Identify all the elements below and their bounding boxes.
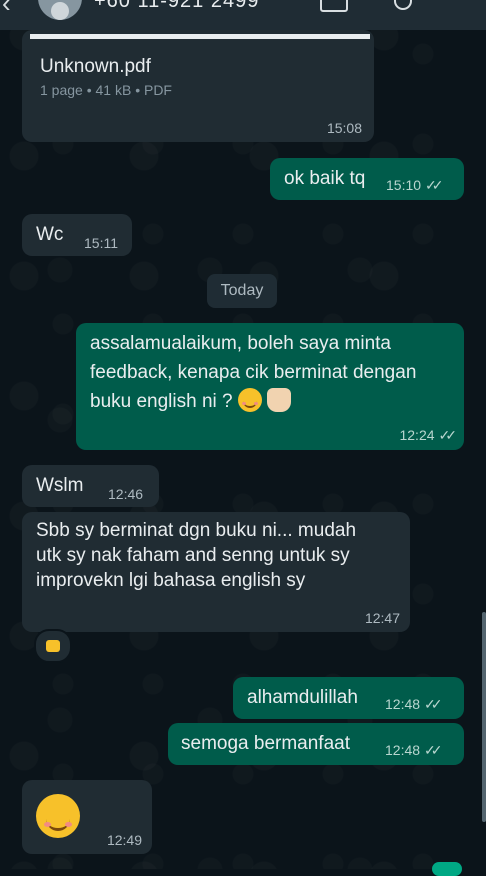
message-time: 12:49 (106, 832, 142, 848)
pdf-file-name: Unknown.pdf (40, 56, 151, 77)
message-time: 15:11 (84, 235, 118, 251)
read-ticks-icon: ✓✓ (424, 696, 443, 712)
read-ticks-icon: ✓✓ (438, 427, 458, 443)
message-text: ok baik tq (284, 168, 366, 189)
reaction-badge[interactable] (34, 629, 72, 663)
message-time: 12:48 ✓✓ (385, 742, 443, 758)
read-ticks-icon: ✓✓ (425, 177, 444, 193)
scrollbar[interactable] (482, 612, 486, 822)
message-sbb[interactable]: Sbb sy berminat dgn buku ni... mudah utk… (22, 512, 410, 632)
date-separator: Today (207, 274, 277, 308)
message-time: 12:24 ✓✓ (399, 427, 458, 443)
message-ok-baik[interactable]: ok baik tq 15:10 ✓✓ (270, 158, 464, 200)
message-text: assalamualaikum, boleh saya minta feedba… (90, 333, 417, 412)
read-ticks-icon: ✓✓ (424, 742, 443, 758)
phone-icon[interactable] (394, 0, 412, 10)
smiling-face-icon (36, 794, 80, 838)
arrow-left-icon[interactable]: ‹ (2, 0, 11, 19)
message-time: 12:46 (108, 486, 144, 502)
message-text: semoga bermanfaat (181, 733, 350, 754)
message-time: 12:47 (364, 610, 400, 626)
smiling-face-icon (237, 388, 262, 412)
message-text: Wslm (36, 475, 84, 496)
message-semoga[interactable]: semoga bermanfaat 12:48 ✓✓ (168, 723, 464, 765)
raised-hands-icon (267, 388, 292, 412)
message-text: Sbb sy berminat dgn buku ni... mudah utk… (36, 520, 357, 591)
scroll-to-bottom-button[interactable] (432, 862, 462, 876)
message-assalam[interactable]: assalamualaikum, boleh saya minta feedba… (76, 323, 464, 450)
message-time: 15:10 ✓✓ (386, 177, 444, 193)
thumbs-up-icon (46, 640, 60, 652)
pdf-preview[interactable] (30, 34, 370, 39)
video-call-icon[interactable] (320, 0, 348, 12)
avatar[interactable] (38, 0, 82, 20)
message-alhamdulillah[interactable]: alhamdulillah 12:48 ✓✓ (233, 677, 464, 719)
message-text: alhamdulillah (247, 687, 358, 708)
message-pdf[interactable]: Unknown.pdf 1 page • 41 kB • PDF 15:08 (22, 30, 374, 142)
message-wc[interactable]: Wc 15:11 (22, 214, 132, 256)
pdf-file-info: 1 page • 41 kB • PDF (40, 82, 172, 98)
message-emoji[interactable]: 12:49 (22, 780, 152, 854)
message-time: 15:08 (326, 120, 362, 136)
message-wslm[interactable]: Wslm 12:46 (22, 465, 159, 507)
message-time: 12:48 ✓✓ (385, 696, 443, 712)
message-text: Wc (36, 224, 64, 245)
chat-header: ‹ +60 11-921 2499 (0, 0, 486, 30)
contact-number[interactable]: +60 11-921 2499 (94, 0, 259, 13)
